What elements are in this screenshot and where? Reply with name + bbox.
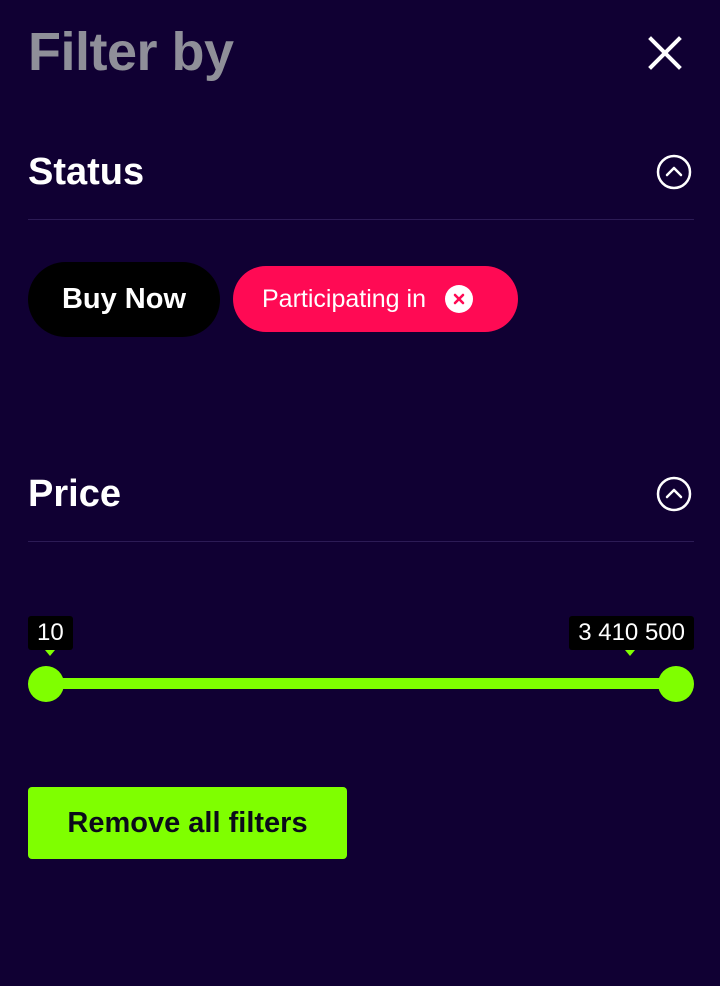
price-min-tooltip-arrow bbox=[45, 650, 55, 656]
participating-chip-label: Participating in bbox=[262, 284, 426, 313]
price-slider-track[interactable] bbox=[45, 678, 675, 689]
price-section-title: Price bbox=[28, 472, 121, 515]
price-max-handle[interactable] bbox=[658, 666, 694, 702]
price-range-slider[interactable]: 10 3 410 500 bbox=[28, 612, 694, 712]
chevron-up-icon bbox=[656, 154, 692, 190]
participating-chip-remove-button[interactable] bbox=[444, 284, 474, 314]
close-icon bbox=[648, 36, 682, 70]
buy-now-chip-label: Buy Now bbox=[61, 283, 187, 315]
price-max-tooltip: 3 410 500 bbox=[569, 616, 694, 650]
price-min-handle[interactable] bbox=[28, 666, 64, 702]
buy-now-chip[interactable]: Buy Now bbox=[28, 262, 220, 337]
status-section-title: Status bbox=[28, 150, 145, 193]
participating-chip[interactable]: Participating in bbox=[233, 266, 518, 332]
close-button[interactable] bbox=[640, 28, 690, 78]
price-min-tooltip: 10 bbox=[28, 616, 73, 650]
price-max-tooltip-arrow bbox=[625, 650, 635, 656]
chevron-up-icon bbox=[656, 476, 692, 512]
price-section-header[interactable]: Price bbox=[28, 464, 694, 524]
price-collapse-button[interactable] bbox=[654, 474, 694, 514]
page-title: Filter by bbox=[28, 22, 234, 82]
status-collapse-button[interactable] bbox=[654, 152, 694, 192]
status-section-header[interactable]: Status bbox=[28, 142, 694, 202]
filter-panel: Filter by Status Buy Now Participating i… bbox=[0, 0, 720, 986]
x-circle-icon bbox=[444, 285, 473, 313]
remove-all-filters-button[interactable]: Remove all filters bbox=[28, 787, 347, 859]
status-divider bbox=[28, 219, 694, 220]
price-divider bbox=[28, 541, 694, 542]
